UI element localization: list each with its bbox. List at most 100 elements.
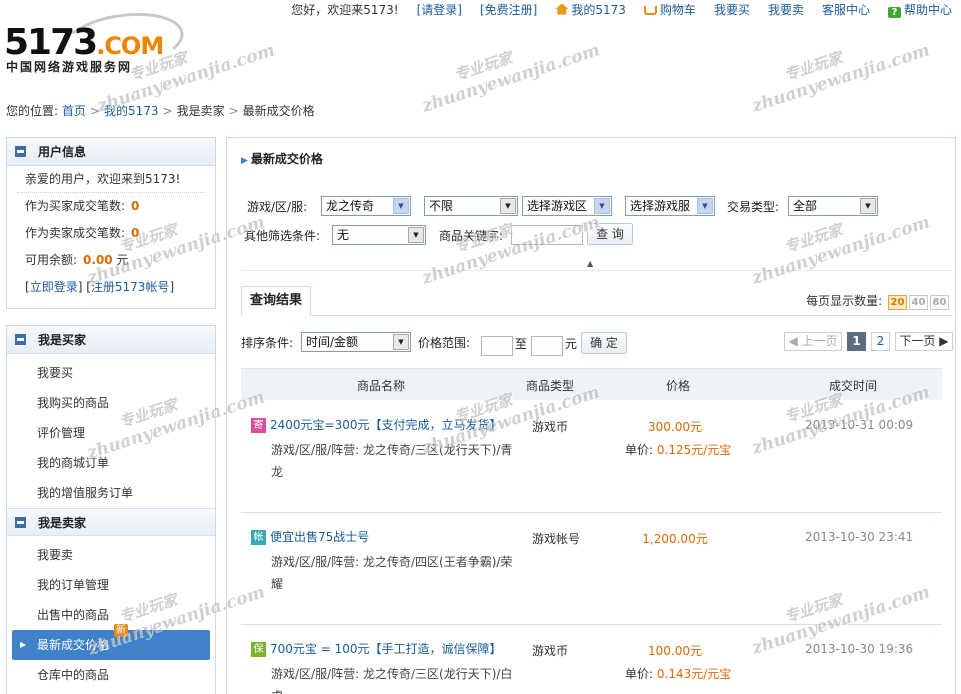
account-tag-icon: 帐 — [251, 530, 266, 545]
breadcrumb-current: 最新成交价格 — [242, 104, 315, 118]
collapse-icon[interactable] — [15, 334, 26, 345]
help-icon: ? — [887, 6, 901, 18]
game-label: 游戏/区/服: — [247, 200, 308, 214]
buyer-deals-row: 作为买家成交笔数: 0 — [7, 193, 215, 220]
collapse-icon[interactable] — [15, 146, 26, 157]
breadcrumb-my5173[interactable]: 我的5173 — [104, 104, 159, 118]
greeting-text: 您好，欢迎来5173! — [291, 2, 399, 17]
watermark-cn: 专业玩家 — [451, 48, 515, 85]
menu-item-warehouse[interactable]: 仓库中的商品 — [7, 660, 215, 690]
menu-item-latest-prices-label: 最新成交价格 — [37, 638, 110, 652]
search-button[interactable]: 查 询 — [587, 223, 633, 245]
collapse-arrow-icon[interactable]: ▲ — [587, 259, 593, 268]
per-page-80[interactable]: 80 — [930, 295, 949, 310]
dropdown-arrow-icon: ▼ — [393, 198, 409, 214]
item-title[interactable]: 保 700元宝 = 100元【手工打造，诚信保障】 — [251, 640, 502, 657]
balance-unit: 元 — [116, 253, 129, 267]
service-link[interactable]: 客服中心 — [813, 1, 879, 18]
item-unit-price: 单价: 0.125元/元宝 — [625, 441, 731, 458]
quick-login-link[interactable]: 立即登录 — [30, 280, 78, 294]
buy-link[interactable]: 我要买 — [705, 1, 759, 18]
buyer-menu-title: 我是买家 — [38, 333, 87, 347]
buyer-seller-menu: 我是买家 我要买 我购买的商品 评价管理 我的商城订单 我的增值服务订单 我是卖… — [6, 325, 216, 694]
dropdown-arrow-icon: ▼ — [408, 227, 424, 243]
menu-item-on-sale[interactable]: 出售中的商品 — [7, 600, 215, 630]
site-logo[interactable]: 5173.COM 中国网络游戏服务网 — [4, 5, 188, 82]
results-tabs: 查询结果 每页显示数量: 20 40 80 — [241, 286, 953, 316]
menu-item-latest-prices[interactable]: 最新成交价格新 — [12, 624, 210, 660]
buyer-menu-header[interactable]: 我是买家 — [7, 326, 215, 354]
help-link[interactable]: ? 帮助中心 — [879, 1, 961, 18]
menu-item-vas-orders[interactable]: 我的增值服务订单 — [7, 478, 215, 508]
sub-select[interactable]: 不限 ▼ — [424, 196, 518, 216]
other-filter-select[interactable]: 无 ▼ — [332, 225, 426, 245]
item-desc: 游戏/区/服/阵营: 龙之传奇/三区(龙行天下)/青龙 — [271, 443, 513, 479]
tab-results[interactable]: 查询结果 — [241, 286, 311, 316]
server-select[interactable]: 选择游戏服 ▼ — [625, 196, 715, 216]
consign-tag-icon: 寄 — [251, 418, 266, 433]
next-page-button[interactable]: 下一页 ▶ — [895, 332, 953, 351]
pager: ◀ 上一页 1 2 下一页 ▶ — [784, 332, 953, 351]
trade-type-label: 交易类型: — [727, 200, 780, 214]
item-title[interactable]: 帐便宜出售75战士号 — [251, 528, 369, 545]
sort-select[interactable]: 时间/金额 ▼ — [301, 332, 411, 352]
zone-select[interactable]: 选择游戏区 ▼ — [522, 196, 612, 216]
price-min-input[interactable] — [481, 336, 513, 356]
balance-label: 可用余额: — [25, 253, 78, 267]
item-price: 1,200.00元 — [642, 532, 708, 546]
dropdown-arrow-icon: ▼ — [697, 198, 713, 214]
keyword-input[interactable] — [511, 225, 583, 245]
sub-select-value: 不限 — [429, 199, 454, 213]
breadcrumb-home[interactable]: 首页 — [62, 104, 86, 118]
login-link[interactable]: [请登录] — [408, 1, 471, 18]
page-2-button[interactable]: 2 — [871, 332, 890, 351]
per-page-40[interactable]: 40 — [909, 295, 928, 310]
server-select-value: 选择游戏服 — [630, 199, 691, 213]
prev-page-button[interactable]: ◀ 上一页 — [784, 332, 842, 351]
other-filter-label: 其他筛选条件: — [244, 229, 321, 243]
item-type: 游戏帐号 — [532, 532, 581, 546]
price-max-input[interactable] — [531, 336, 563, 356]
seller-deals-value: 0 — [131, 226, 140, 240]
per-page-label: 每页显示数量: — [806, 294, 883, 308]
page-1-button[interactable]: 1 — [847, 332, 866, 351]
menu-item-reviews[interactable]: 评价管理 — [7, 418, 215, 448]
unit-price-label: 单价: — [625, 667, 654, 681]
game-select[interactable]: 龙之传奇 ▼ — [321, 196, 411, 216]
logo-brand-suffix: .COM — [96, 32, 164, 60]
sell-link[interactable]: 我要卖 — [759, 1, 813, 18]
per-page-20[interactable]: 20 — [888, 295, 907, 310]
item-type: 游戏币 — [532, 420, 569, 434]
cart-link[interactable]: 购物车 — [635, 1, 705, 18]
top-nav: 您好，欢迎来5173! [请登录] [免费注册] 我的5173 购物车 我要买 … — [282, 0, 961, 18]
login-register-row: [立即登录] [注册5173帐号] — [25, 280, 175, 294]
collapse-icon[interactable] — [15, 516, 26, 528]
seller-menu-title: 我是卖家 — [38, 515, 87, 530]
my5173-link[interactable]: 我的5173 — [546, 1, 635, 18]
register-account-link[interactable]: 注册5173帐号 — [91, 280, 170, 294]
buyer-deals-value: 0 — [131, 199, 140, 213]
menu-item-purchased[interactable]: 我购买的商品 — [7, 388, 215, 418]
item-title[interactable]: 寄 2400元宝=300元【支付完成，立马发货】 — [251, 416, 502, 433]
menu-item-buy[interactable]: 我要买 — [7, 358, 215, 388]
sort-label: 排序条件: — [241, 336, 294, 350]
seller-menu-header[interactable]: 我是卖家 — [7, 508, 215, 536]
confirm-button[interactable]: 确 定 — [581, 332, 627, 354]
col-price: 价格 — [666, 379, 691, 393]
item-title-text: 便宜出售75战士号 — [270, 530, 370, 544]
watermark-cn: 专业玩家 — [781, 48, 845, 85]
sort-bar: 排序条件: 时间/金额 ▼ 价格范围: 至 元 确 定 ◀ 上一页 1 2 下一页… — [241, 330, 953, 356]
per-page: 每页显示数量: 20 40 80 — [806, 292, 949, 310]
menu-item-sell[interactable]: 我要卖 — [7, 540, 215, 570]
menu-item-mall-orders[interactable]: 我的商城订单 — [7, 448, 215, 478]
trade-type-select[interactable]: 全部 ▼ — [788, 196, 878, 216]
user-info-panel: 用户信息 亲爱的用户，欢迎来到5173! 作为买家成交笔数: 0 作为卖家成交笔数… — [6, 137, 216, 309]
item-unit-price: 单价: 0.143元/元宝 — [625, 665, 731, 682]
menu-item-order-management[interactable]: 我的订单管理 — [7, 570, 215, 600]
breadcrumb-separator-icon: > — [89, 104, 100, 118]
user-info-title: 用户信息 — [38, 145, 87, 159]
price-to-label: 至 — [515, 337, 528, 351]
user-info-header[interactable]: 用户信息 — [7, 138, 215, 166]
register-link[interactable]: [免费注册] — [471, 1, 546, 18]
watermark: 专业玩家 zhuanyewanjia.com — [413, 20, 603, 116]
